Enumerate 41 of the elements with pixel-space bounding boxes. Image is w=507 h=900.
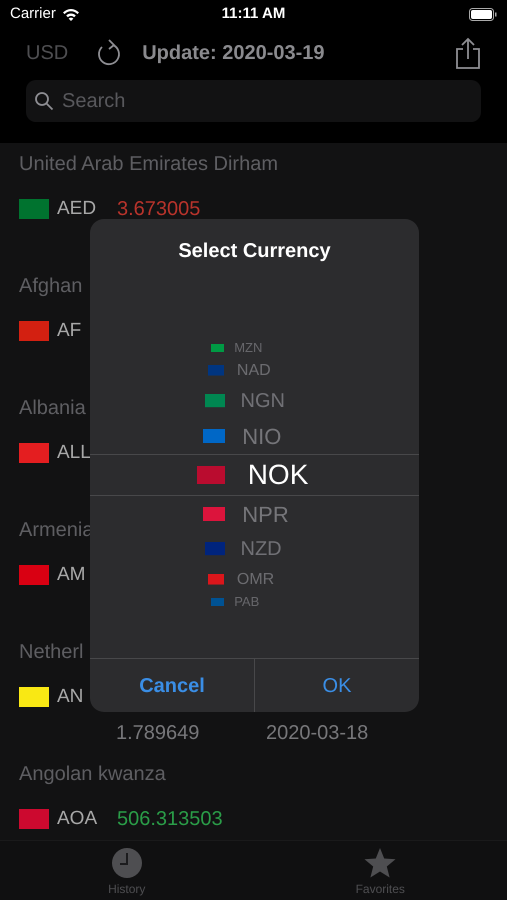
rate-value: 506.313503: [117, 808, 223, 830]
currency-code: AF: [57, 320, 82, 342]
search-icon: [34, 91, 54, 111]
search-field[interactable]: Search: [26, 80, 481, 122]
battery-icon: [469, 8, 497, 20]
history-date: 2020-03-18: [266, 721, 368, 745]
currency-option[interactable]: PAB: [90, 593, 419, 611]
rate-value: 3.673005: [117, 198, 200, 220]
currency-option[interactable]: NAD: [90, 357, 419, 384]
currency-option[interactable]: NGN: [90, 384, 419, 418]
nav-title: Update: 2020-03-19: [142, 41, 325, 66]
currency-option[interactable]: OMR: [90, 566, 419, 593]
currency-name: Albania: [19, 396, 86, 420]
currency-name: Netherl: [19, 640, 84, 664]
currency-option[interactable]: NOK: [90, 454, 419, 496]
currency-code: AED: [57, 198, 98, 220]
tab-item[interactable]: Favorites: [254, 841, 507, 900]
tab-item[interactable]: History: [0, 841, 254, 900]
dialog-title: Select Currency: [178, 239, 331, 264]
currency-option[interactable]: NIO: [90, 418, 419, 454]
carrier-label: Carrier: [10, 4, 56, 24]
ok-button[interactable]: OK: [255, 659, 419, 712]
currency-option[interactable]: NPR: [90, 496, 419, 532]
currency-name: Afghan: [19, 274, 82, 298]
clock-time: 11:11 AM: [222, 4, 286, 24]
clock-icon: [110, 847, 143, 879]
currency-code: AN: [57, 686, 84, 708]
currency-name: Angolan kwanza: [19, 762, 166, 786]
cancel-button[interactable]: Cancel: [90, 659, 255, 712]
currency-button[interactable]: USD: [26, 38, 68, 68]
currency-option[interactable]: NZD: [90, 532, 419, 566]
star-icon: [363, 847, 398, 879]
refresh-icon[interactable]: [96, 39, 122, 67]
currency-option[interactable]: MZN: [90, 339, 419, 357]
currency-code: AM: [57, 564, 86, 586]
wifi-icon: [62, 8, 80, 20]
share-icon[interactable]: [455, 37, 481, 69]
currency-name: United Arab Emirates Dirham: [19, 152, 278, 176]
currency-code: AOA: [57, 808, 98, 830]
currency-code: ALL: [57, 442, 92, 464]
history-rate: 1.789649: [116, 721, 200, 745]
